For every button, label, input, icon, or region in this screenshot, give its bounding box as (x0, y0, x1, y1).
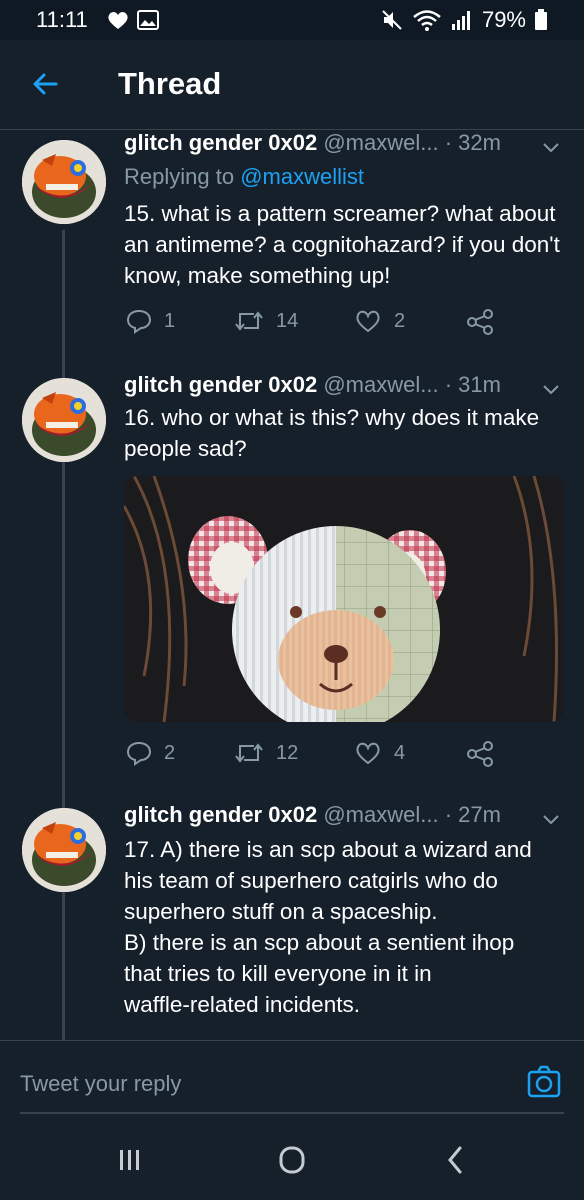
timestamp: · 31m (444, 372, 501, 397)
tweet-actions: 2 12 4 (124, 740, 504, 772)
back-icon[interactable] (436, 1144, 476, 1176)
avatar[interactable] (22, 808, 106, 892)
retweet-count: 14 (276, 309, 299, 332)
avatar[interactable] (22, 140, 106, 224)
tweet-text-line: 17. A) there is an scp about a wizard an… (124, 837, 532, 862)
tweet-text: 16. who or what is this? why does it mak… (124, 405, 540, 461)
home-icon[interactable] (272, 1144, 312, 1176)
retweet-count: 12 (276, 741, 299, 764)
chevron-down-icon[interactable] (540, 378, 562, 400)
like-count: 4 (394, 741, 406, 764)
gallery-icon (137, 10, 159, 30)
recents-icon[interactable] (110, 1144, 150, 1176)
status-indicators: 79% (380, 7, 548, 33)
reply-count: 1 (164, 309, 176, 332)
reply-count: 2 (164, 741, 176, 764)
mention-link[interactable]: @maxwellist (240, 164, 364, 189)
thread-line (62, 230, 65, 1040)
reply-input[interactable] (20, 1067, 500, 1101)
avatar[interactable] (22, 378, 106, 462)
chevron-down-icon[interactable] (540, 136, 562, 158)
handle[interactable]: @maxwel... (323, 802, 438, 827)
status-bar: 11:11 79% (0, 0, 584, 40)
reply-button[interactable]: 2 (126, 740, 175, 766)
reply-icon (126, 741, 152, 766)
status-time: 11:11 (36, 7, 88, 32)
tweet-text-line: waffle-related incidents. (124, 992, 360, 1017)
battery-level: 79% (481, 7, 526, 32)
heart-icon (108, 12, 128, 29)
retweet-button[interactable]: 14 (234, 308, 298, 334)
share-icon (467, 741, 493, 767)
camera-icon[interactable] (526, 1064, 562, 1100)
tweet-header: glitch gender 0x02 @maxwel... · 31m (124, 372, 501, 398)
like-icon (356, 310, 380, 333)
tweet-text-line: superhero stuff on a spaceship. (124, 899, 438, 924)
tweet-header: glitch gender 0x02 @maxwel... · 32m (124, 130, 501, 156)
tweet-actions: 1 14 2 (124, 308, 504, 340)
timestamp: · 27m (444, 802, 501, 827)
retweet-button[interactable]: 12 (234, 740, 298, 766)
share-button[interactable] (466, 740, 494, 768)
reply-bar (0, 1040, 584, 1116)
wifi-icon (413, 10, 441, 31)
like-button[interactable]: 4 (354, 740, 405, 766)
display-name[interactable]: glitch gender 0x02 (124, 130, 317, 155)
signal-icon (451, 11, 470, 30)
reply-icon (126, 309, 152, 334)
display-name[interactable]: glitch gender 0x02 (124, 372, 317, 397)
tweet-text-line: his team of superhero catgirls who do (124, 868, 498, 893)
tweet-text: 17. A) there is an scp about a wizard an… (124, 834, 564, 1020)
tweet-header: glitch gender 0x02 @maxwel... · 27m (124, 802, 501, 828)
tweet-text-line: that tries to kill everyone in it in (124, 961, 432, 986)
like-icon (356, 742, 380, 765)
retweet-icon (235, 311, 263, 331)
display-name[interactable]: glitch gender 0x02 (124, 802, 317, 827)
timestamp: · 32m (444, 130, 501, 155)
reply-underline (20, 1112, 564, 1114)
handle[interactable]: @maxwel... (323, 372, 438, 397)
replying-to: Replying to @maxwellist (124, 164, 364, 190)
replying-prefix: Replying to (124, 164, 235, 189)
page-title: Thread (118, 66, 222, 101)
thread-header: Thread (0, 40, 584, 130)
like-count: 2 (394, 309, 406, 332)
share-icon (467, 309, 493, 335)
like-button[interactable]: 2 (354, 308, 405, 334)
tweet-media-image[interactable] (124, 476, 564, 722)
reply-button[interactable]: 1 (126, 308, 175, 334)
retweet-icon (235, 743, 263, 763)
chevron-down-icon[interactable] (540, 808, 562, 830)
system-nav-bar (0, 1118, 584, 1200)
battery-icon (535, 9, 547, 30)
tweet-text: 15. what is a pattern screamer? what abo… (124, 201, 560, 288)
handle[interactable]: @maxwel... (323, 130, 438, 155)
mute-icon (382, 10, 402, 30)
share-button[interactable] (466, 308, 494, 336)
tweet-text-line: B) there is an scp about a sentient ihop (124, 930, 515, 955)
back-arrow-icon[interactable] (26, 64, 66, 104)
